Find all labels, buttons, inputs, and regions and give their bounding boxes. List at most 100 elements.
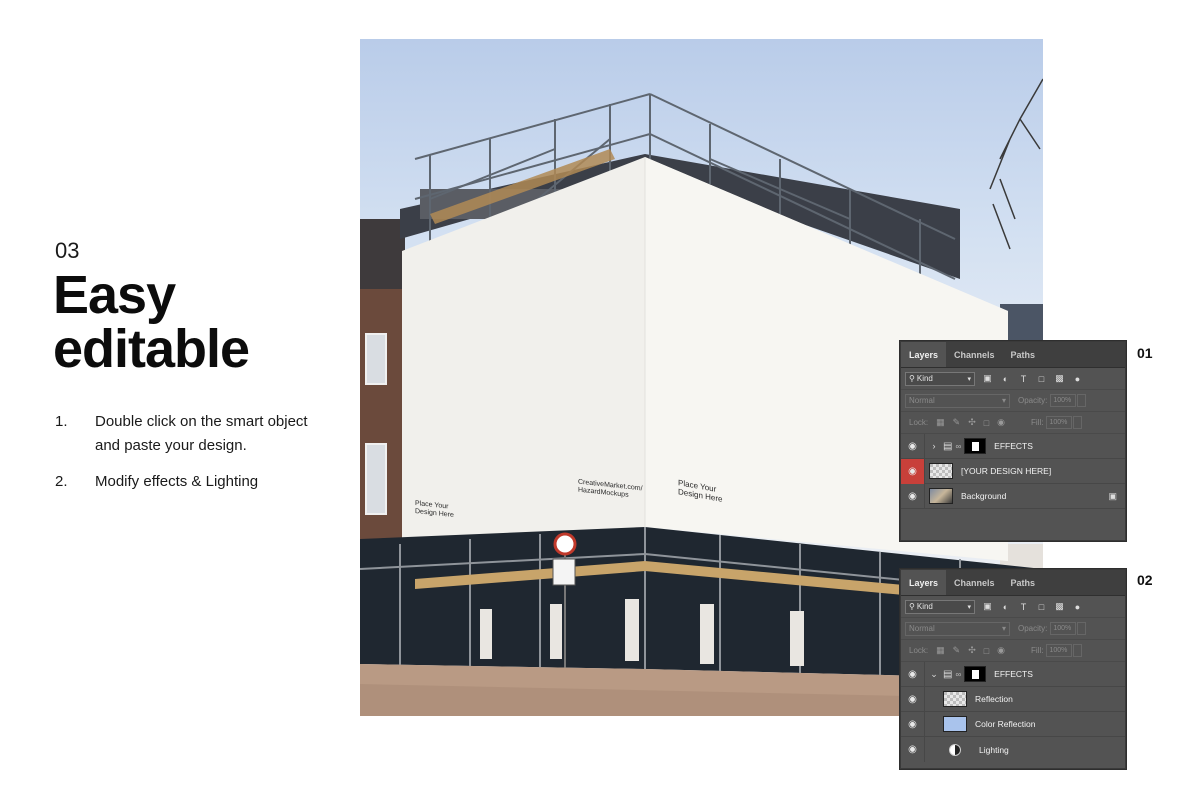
chevron-down-icon: ▾ [967, 603, 971, 611]
tab-paths[interactable]: Paths [1003, 570, 1044, 595]
step-number: 03 [55, 238, 80, 263]
lock-position-icon[interactable]: ✣ [968, 645, 976, 656]
chevron-down-icon[interactable]: ⌄ [929, 669, 939, 680]
instruction-text: Modify effects & Lighting [95, 473, 259, 490]
instruction-text: Double click on the smart object and pas… [95, 413, 308, 454]
visibility-eye-icon[interactable]: ◉ [901, 458, 925, 484]
link-icon: ∞ [955, 441, 962, 451]
panel-badge-02: 02 [1137, 572, 1153, 588]
smart-object-filter-icon[interactable]: ▩ [1054, 601, 1065, 612]
lock-row: Lock: ▦ ✎ ✣ □ ◉ Fill: 100% [901, 640, 1125, 662]
adjustment-filter-icon[interactable]: ◐ [1000, 373, 1011, 384]
layer-row[interactable]: ◉ ⌄ ▤ ∞ EFFECTS [901, 661, 1125, 687]
search-icon: ⚲ [909, 374, 915, 383]
type-filter-icon[interactable]: T [1018, 373, 1029, 384]
visibility-eye-icon[interactable]: ◉ [901, 711, 925, 737]
lock-position-icon[interactable]: ✣ [968, 417, 976, 428]
instruction-number: 2. [55, 473, 68, 490]
lock-pixels-icon[interactable]: ▦ [936, 645, 945, 656]
fill-input[interactable]: 100% [1046, 644, 1073, 657]
headline-line-2: editable [53, 319, 250, 379]
shape-filter-icon[interactable]: □ [1036, 373, 1047, 384]
tab-paths[interactable]: Paths [1003, 342, 1044, 367]
opacity-label: Opacity: [1018, 396, 1048, 405]
layer-row[interactable]: ◉ › ▤ ∞ EFFECTS [901, 433, 1125, 459]
instruction-item: 2. Modify effects & Lighting [55, 470, 335, 494]
layer-row[interactable]: ◉ Lighting [901, 737, 1125, 762]
layer-thumbnail [943, 691, 967, 707]
layer-name: Background [961, 491, 1007, 501]
type-filter-icon[interactable]: T [1018, 601, 1029, 612]
background-thumbnail [929, 488, 953, 504]
tab-channels[interactable]: Channels [946, 570, 1003, 595]
layer-row[interactable]: ◉ Reflection [901, 686, 1125, 712]
tab-layers[interactable]: Layers [901, 570, 947, 595]
panel-tabs: Layers Channels Paths [901, 570, 1125, 596]
shape-filter-icon[interactable]: □ [1036, 601, 1047, 612]
layer-row[interactable]: ◉ Color Reflection [901, 711, 1125, 737]
blend-row: Normal ▾ Opacity: 100% [901, 618, 1125, 640]
visibility-eye-icon[interactable]: ◉ [901, 483, 925, 509]
chevron-down-icon: ▾ [967, 375, 971, 383]
tab-layers[interactable]: Layers [901, 342, 947, 367]
layer-row[interactable]: ◉ [YOUR DESIGN HERE] [901, 458, 1125, 484]
adjustment-layer-icon [949, 743, 961, 756]
fill-label: Fill: [1031, 646, 1044, 655]
search-icon: ⚲ [909, 602, 915, 611]
lock-brush-icon[interactable]: ✎ [953, 417, 961, 428]
filter-toggle-icon[interactable]: ● [1072, 373, 1083, 384]
fill-dropdown[interactable] [1073, 416, 1083, 429]
layers-panel-02: Layers Channels Paths ⚲ Kind ▾ ▣ ◐ T □ ▩… [900, 569, 1126, 769]
instruction-number: 1. [55, 413, 68, 430]
visibility-eye-icon[interactable]: ◉ [901, 661, 925, 687]
visibility-eye-icon[interactable]: ◉ [901, 686, 925, 712]
lock-all-icon[interactable]: ◉ [997, 417, 1005, 428]
smart-object-filter-icon[interactable]: ▩ [1054, 373, 1065, 384]
opacity-input[interactable]: 100% [1050, 622, 1077, 635]
lock-pixels-icon[interactable]: ▦ [936, 417, 945, 428]
instruction-list: 1. Double click on the smart object and … [55, 410, 335, 506]
lock-artboard-icon[interactable]: □ [984, 418, 989, 428]
panel-badge-01: 01 [1137, 345, 1153, 361]
visibility-eye-icon[interactable]: ◉ [901, 433, 925, 459]
fill-input[interactable]: 100% [1046, 416, 1073, 429]
layer-row[interactable]: ◉ Background ▣ [901, 483, 1125, 509]
image-filter-icon[interactable]: ▣ [982, 601, 993, 612]
chevron-right-icon[interactable]: › [929, 441, 939, 451]
lock-artboard-icon[interactable]: □ [984, 646, 989, 656]
folder-icon: ▤ [943, 440, 953, 452]
opacity-dropdown[interactable] [1077, 622, 1087, 635]
layers-panel-01: Layers Channels Paths ⚲ Kind ▾ ▣ ◐ T □ ▩… [900, 341, 1126, 541]
layer-name: [YOUR DESIGN HERE] [961, 466, 1052, 476]
layer-name: Color Reflection [975, 719, 1036, 729]
filter-toggle-icon[interactable]: ● [1072, 601, 1083, 612]
adjustment-filter-icon[interactable]: ◐ [1000, 601, 1011, 612]
blend-mode-select[interactable]: Normal ▾ [905, 621, 1010, 636]
filter-kind-select[interactable]: ⚲ Kind ▾ [905, 599, 975, 614]
visibility-eye-icon[interactable]: ◉ [901, 737, 925, 762]
headline: Easy editable [53, 268, 250, 379]
image-filter-icon[interactable]: ▣ [982, 373, 993, 384]
layer-mask-thumbnail [964, 666, 987, 682]
lock-brush-icon[interactable]: ✎ [953, 645, 961, 656]
layer-mask-thumbnail [964, 438, 987, 454]
lock-label: Lock: [909, 418, 929, 427]
blend-mode-select[interactable]: Normal ▾ [905, 393, 1010, 408]
layer-name: EFFECTS [994, 441, 1033, 451]
fill-label: Fill: [1031, 418, 1044, 427]
opacity-input[interactable]: 100% [1050, 394, 1077, 407]
filter-row: ⚲ Kind ▾ ▣ ◐ T □ ▩ ● [901, 596, 1125, 618]
filter-kind-select[interactable]: ⚲ Kind ▾ [905, 371, 975, 386]
opacity-dropdown[interactable] [1077, 394, 1087, 407]
lock-all-icon[interactable]: ◉ [997, 645, 1005, 656]
panel-tabs: Layers Channels Paths [901, 342, 1125, 368]
layer-name: EFFECTS [994, 669, 1033, 679]
lock-icon: ▣ [1108, 490, 1117, 501]
layer-name: Lighting [979, 744, 1009, 755]
fill-dropdown[interactable] [1073, 644, 1083, 657]
blend-row: Normal ▾ Opacity: 100% [901, 390, 1125, 412]
color-fill-thumbnail [943, 716, 967, 732]
tab-channels[interactable]: Channels [946, 342, 1003, 367]
instruction-item: 1. Double click on the smart object and … [55, 410, 335, 458]
lock-label: Lock: [909, 646, 929, 655]
